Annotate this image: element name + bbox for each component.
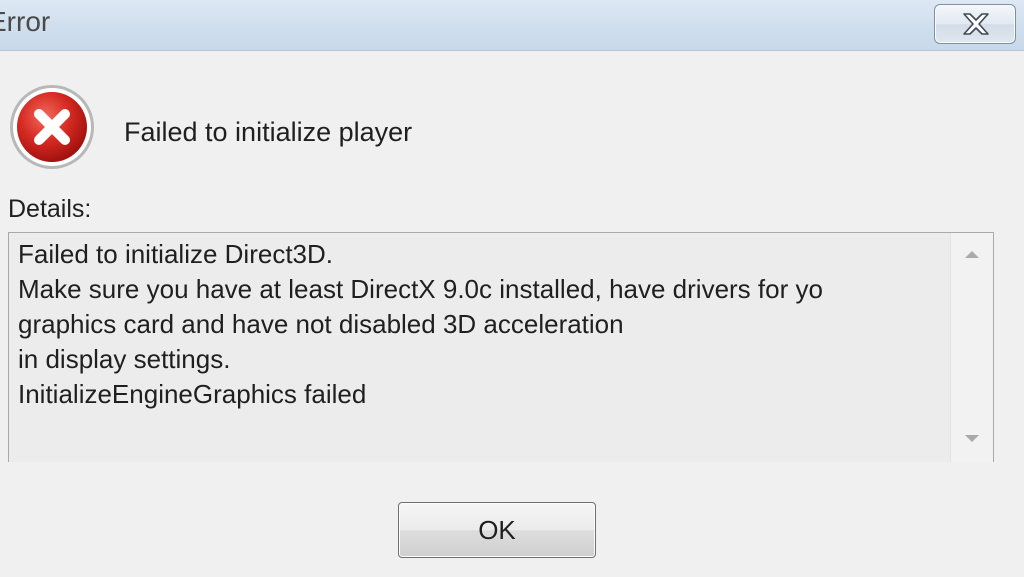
details-text: Failed to initialize Direct3D. Make sure…	[18, 237, 946, 459]
window-title: Error	[0, 6, 51, 37]
details-line: in display settings.	[18, 344, 231, 374]
title-bar: Error	[0, 0, 1024, 51]
main-message: Failed to initialize player	[124, 117, 413, 147]
details-line: Make sure you have at least DirectX 9.0c…	[18, 274, 823, 304]
scroll-up-button[interactable]	[951, 233, 993, 277]
close-icon	[963, 13, 989, 35]
scroll-up-arrow-icon	[965, 251, 979, 258]
ok-button[interactable]: OK	[398, 502, 596, 558]
scroll-down-button[interactable]	[951, 418, 993, 462]
dialog-body: Failed to initialize player Details: Fai…	[0, 51, 1024, 577]
close-button[interactable]	[934, 4, 1016, 44]
details-textbox[interactable]: Failed to initialize Direct3D. Make sure…	[8, 232, 994, 462]
details-label: Details:	[8, 195, 92, 223]
error-icon	[8, 83, 96, 171]
details-scrollbar[interactable]	[950, 233, 993, 462]
details-line: graphics card and have not disabled 3D a…	[18, 309, 624, 339]
details-line: Failed to initialize Direct3D.	[18, 239, 334, 269]
details-line: InitializeEngineGraphics failed	[18, 379, 367, 409]
scroll-down-arrow-icon	[965, 435, 979, 442]
